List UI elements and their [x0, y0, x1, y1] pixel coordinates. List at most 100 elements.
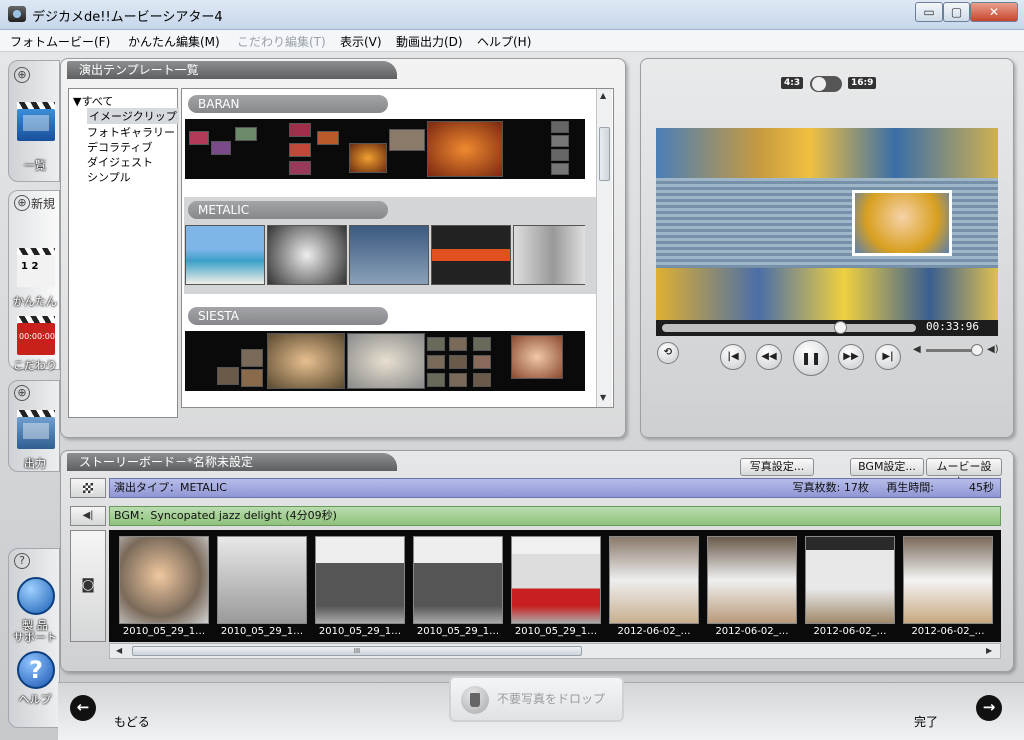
storyboard-photo[interactable]: 2010_05_29_1… [413, 536, 503, 642]
scroll-up-icon[interactable]: ▲ [600, 91, 606, 100]
photo-row-icon: ◙ [70, 530, 106, 642]
photo-thumbnail [315, 536, 405, 624]
menu-view[interactable]: 表示(V) [340, 33, 382, 50]
storyboard-photo[interactable]: 2010_05_29_1… [511, 536, 601, 642]
back-button[interactable]: もどる [114, 713, 150, 730]
done-button[interactable]: 完了 [914, 713, 938, 730]
tree-item-decorative[interactable]: デコラティブ [87, 139, 152, 155]
checker-icon [83, 483, 93, 493]
menu-easy-edit[interactable]: かんたん編集(M) [128, 33, 220, 50]
seek-knob[interactable] [834, 321, 847, 334]
camera-icon: ◙ [81, 577, 95, 593]
photo-strip: 2010_05_29_1… 2010_05_29_1… 2010_05_29_1… [109, 530, 1001, 642]
tree-item-image-clip[interactable]: イメージクリップ [87, 108, 179, 124]
menu-photo-movie[interactable]: フォトムービー(F) [10, 33, 110, 50]
aspect-4-3-label[interactable]: 4:3 [781, 77, 804, 89]
volume-low-icon: ◀ [913, 344, 921, 355]
template-item-siesta[interactable]: SIESTA [184, 303, 596, 400]
rail-list-label[interactable]: 一覧 [9, 157, 61, 173]
photo-thumbnail [217, 536, 307, 624]
movie-settings-button[interactable]: ムービー設定... [926, 458, 1002, 489]
rewind-button[interactable]: ◀◀ [756, 344, 782, 370]
rail-output-label[interactable]: 出力 [9, 455, 61, 471]
scroll-right-icon[interactable]: ▶ [986, 646, 992, 655]
menu-custom-edit[interactable]: こだわり編集(T) [237, 33, 326, 50]
photo-count: 写真枚数: 17枚 [792, 481, 869, 494]
photo-caption: 2010_05_29_1… [416, 626, 500, 637]
globe-support-icon[interactable] [17, 577, 55, 615]
aspect-toggle[interactable] [810, 76, 842, 92]
storyboard-photo[interactable]: 2010_05_29_1… [217, 536, 307, 642]
menu-video-output[interactable]: 動画出力(D) [396, 33, 463, 50]
storyboard-photo[interactable]: 2010_05_29_1… [315, 536, 405, 642]
tree-item-photo-gallery[interactable]: フォトギャラリー [87, 124, 175, 140]
clapperboard-custom-icon[interactable]: 00:00:00 [17, 316, 55, 355]
maximize-button[interactable]: ▢ [943, 2, 970, 22]
effect-type-row[interactable]: 演出タイプ：METALIC 写真枚数: 17枚 再生時間: 45秒 [109, 478, 1001, 498]
info-icon[interactable]: ? [14, 553, 30, 569]
photo-thumbnail [805, 536, 895, 624]
rail-help-label[interactable]: ヘルプ [9, 691, 61, 707]
volume-knob[interactable] [971, 344, 983, 356]
photo-caption: 2012-06-02_… [715, 626, 789, 637]
bgm-row[interactable]: BGM：Syncopated jazz delight (4分09秒) [109, 506, 1001, 526]
tree-root-all[interactable]: ▼すべて [73, 93, 113, 109]
close-button[interactable]: ✕ [970, 2, 1018, 22]
photo-thumbnail [707, 536, 797, 624]
storyboard-scrollbar[interactable]: ◀ III ▶ [109, 643, 1001, 659]
scroll-thumb[interactable] [599, 127, 610, 181]
storyboard-scroll-thumb[interactable]: III [132, 646, 582, 656]
bgm-text: BGM：Syncopated jazz delight (4分09秒) [114, 509, 337, 522]
back-arrow-icon[interactable]: ← [70, 695, 96, 721]
rail-easy-label[interactable]: かんたん [9, 293, 61, 309]
tree-item-simple[interactable]: シンプル [87, 169, 131, 185]
minimize-button[interactable]: ▭ [915, 2, 943, 22]
template-preview-strip [185, 331, 585, 391]
template-scrollbar[interactable]: ▲ ▼ [596, 89, 612, 407]
skip-back-button[interactable]: |◀ [720, 344, 746, 370]
template-item-metalic[interactable]: METALIC [184, 197, 596, 294]
photo-caption: 2010_05_29_1… [514, 626, 598, 637]
help-icon[interactable]: ? [17, 651, 55, 689]
seek-track[interactable] [662, 324, 916, 332]
template-item-baran[interactable]: BARAN [184, 91, 596, 188]
trash-drop-zone[interactable]: 不要写真をドロップ [449, 676, 624, 722]
photo-thumbnail [609, 536, 699, 624]
storyboard-photo[interactable]: 2012-06-02_… [609, 536, 699, 642]
storyboard-title: ストーリーボード－*名称未設定 [67, 453, 397, 471]
tree-item-digest[interactable]: ダイジェスト [87, 154, 153, 170]
clapperboard-list-icon[interactable] [17, 102, 55, 141]
pause-button[interactable]: ❚❚ [793, 340, 829, 376]
forward-arrow-icon[interactable]: → [976, 695, 1002, 721]
support-label-2[interactable]: サポート [9, 629, 61, 645]
menu-help[interactable]: ヘルプ(H) [477, 33, 531, 50]
scroll-down-icon[interactable]: ▼ [600, 393, 606, 402]
storyboard-photo[interactable]: 2010_05_29_1… [119, 536, 209, 642]
rail-custom-label[interactable]: こだわり [9, 357, 61, 373]
fast-forward-button[interactable]: ▶▶ [838, 344, 864, 370]
skip-forward-button[interactable]: ▶| [875, 344, 901, 370]
collapse-icon[interactable]: ⊕ [14, 67, 30, 83]
aspect-16-9-label[interactable]: 16:9 [848, 77, 877, 89]
storyboard-photo[interactable]: 2012-06-02_… [903, 536, 993, 642]
storyboard-photo[interactable]: 2012-06-02_… [707, 536, 797, 642]
left-rail: ⊕ 一覧 ⊕ 新規 1 2 かんたん 00:00:00 こだわり ⊕ 出力 ? … [8, 60, 61, 736]
clapperboard-output-icon[interactable] [17, 410, 55, 449]
main-area: ⊕ 一覧 ⊕ 新規 1 2 かんたん 00:00:00 こだわり ⊕ 出力 ? … [0, 52, 1024, 740]
snapshot-button[interactable]: ⟲ [657, 342, 679, 364]
rail-group-new: ⊕ 新規 1 2 かんたん 00:00:00 こだわり [8, 190, 61, 373]
clapperboard-easy-icon[interactable]: 1 2 [17, 248, 55, 287]
template-name: METALIC [188, 201, 388, 219]
rail-new-label[interactable]: 新規 [31, 195, 55, 212]
new-plus-icon[interactable]: ⊕ [14, 195, 30, 211]
bgm-settings-button[interactable]: BGM設定... [850, 458, 924, 476]
output-plus-icon[interactable]: ⊕ [14, 385, 30, 401]
fast-forward-icon: ▶▶ [843, 351, 859, 362]
skip-forward-icon: ▶| [882, 351, 894, 362]
video-preview [656, 128, 998, 321]
drop-zone-label: 不要写真をドロップ [497, 692, 606, 706]
photo-settings-button[interactable]: 写真設定... [740, 458, 814, 476]
template-panel-title: 演出テンプレート一覧 [67, 61, 397, 79]
scroll-left-icon[interactable]: ◀ [116, 646, 122, 655]
storyboard-photo[interactable]: 2012-06-02_… [805, 536, 895, 642]
